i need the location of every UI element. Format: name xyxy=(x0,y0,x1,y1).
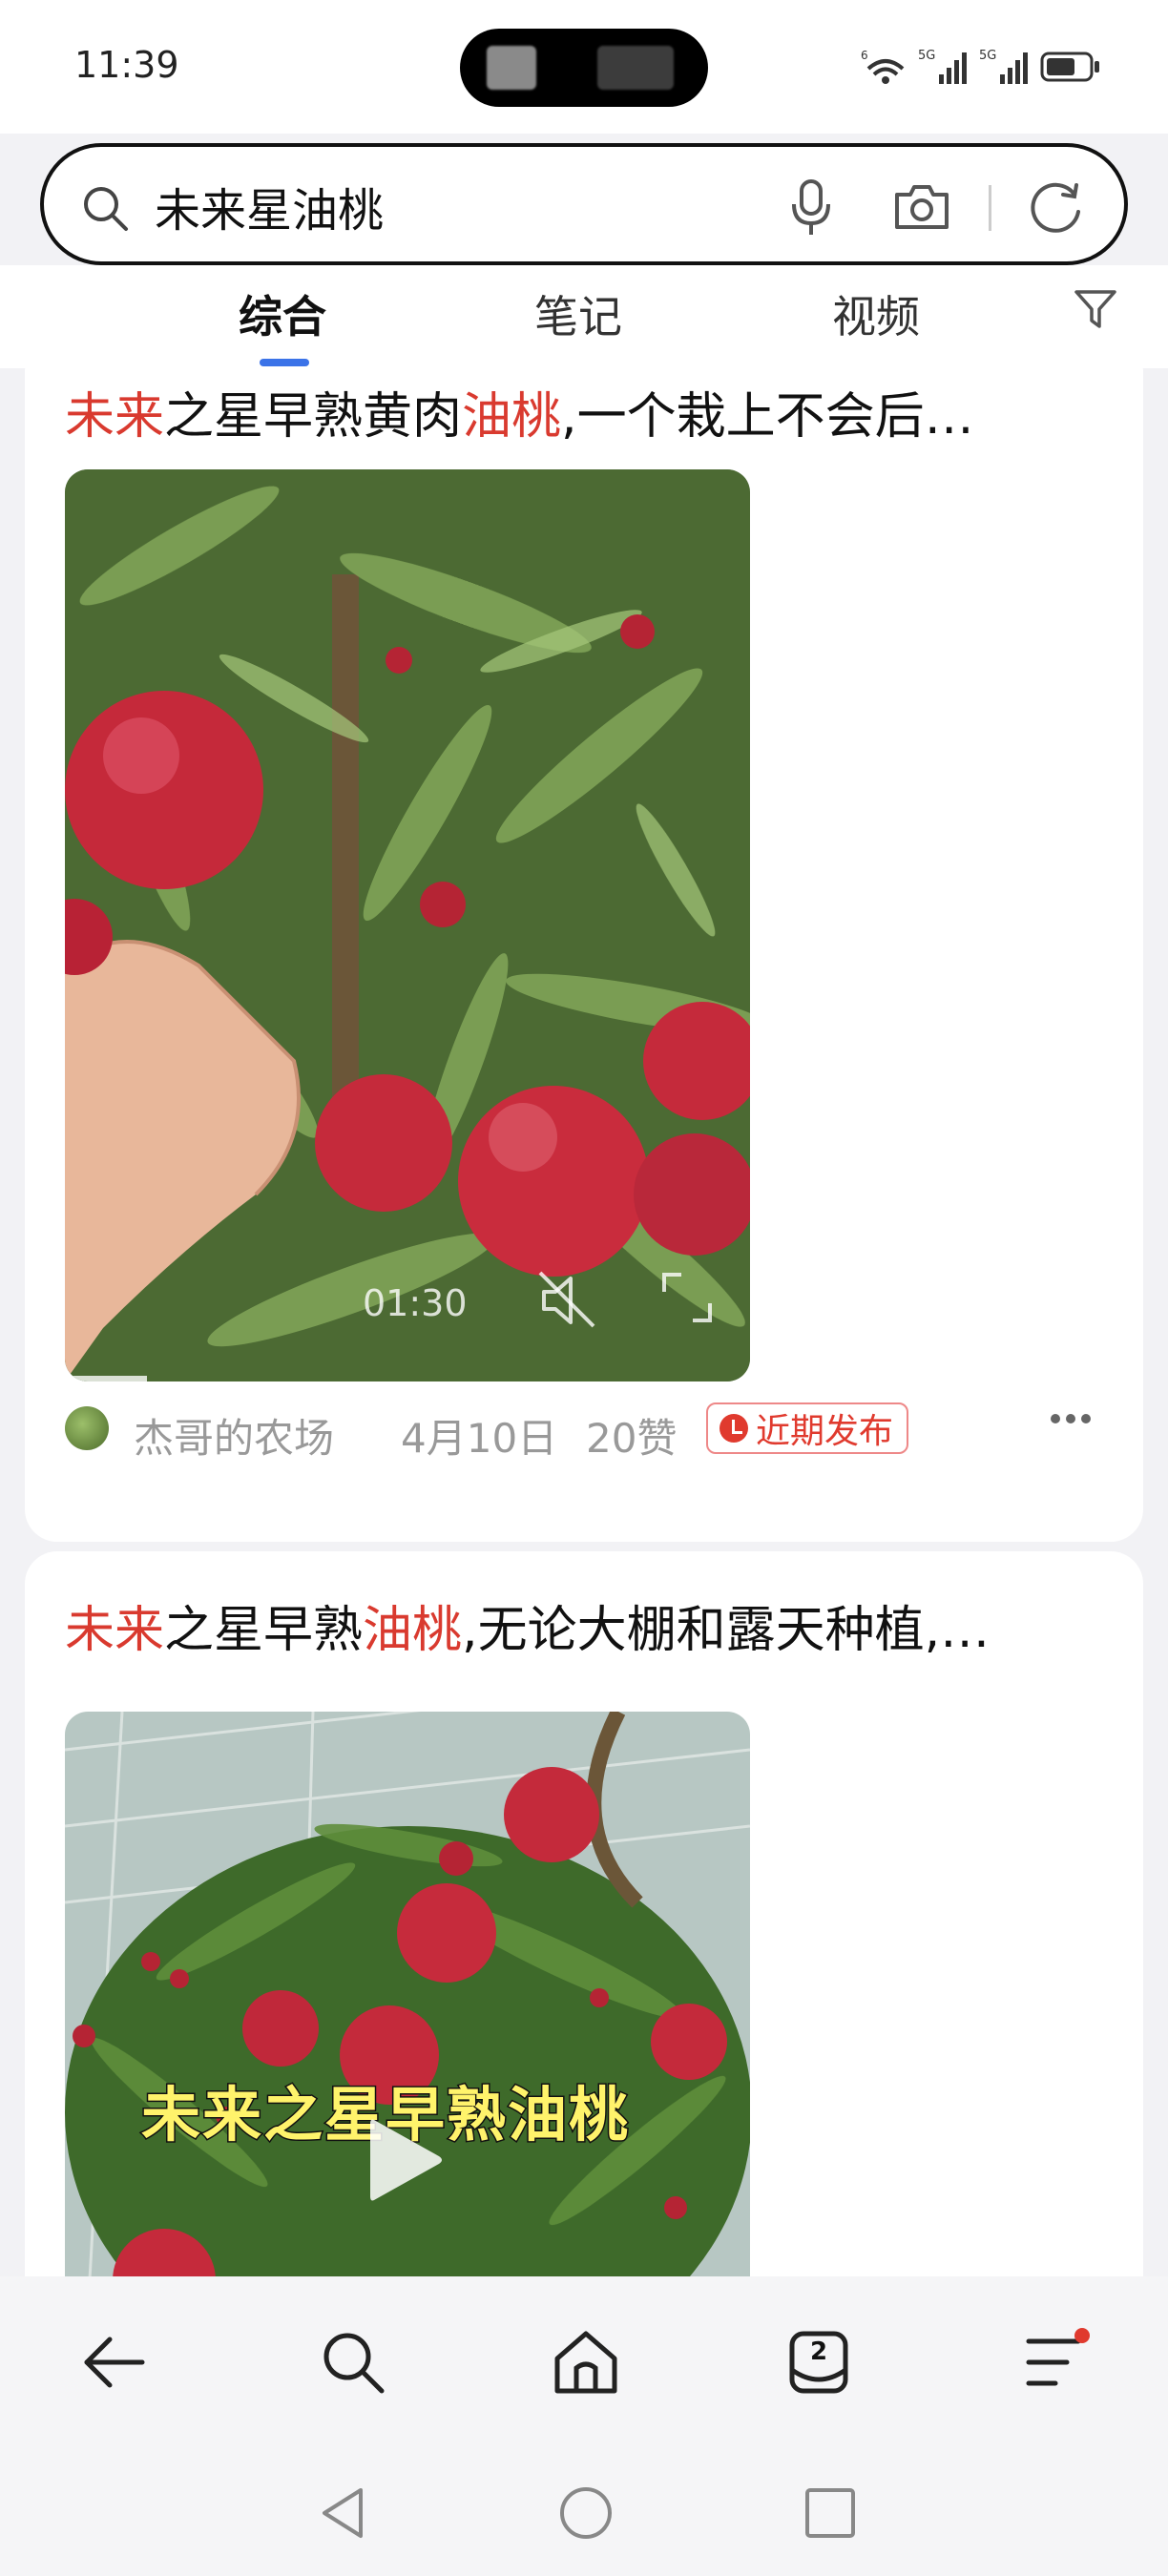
back-button[interactable] xyxy=(76,2324,153,2400)
signal-icon-1: 5G xyxy=(918,49,967,84)
search-input[interactable] xyxy=(155,170,689,242)
status-bar: 11:39 6 5G 5G xyxy=(0,0,1168,134)
play-icon[interactable] xyxy=(361,2112,447,2208)
notification-dot xyxy=(1074,2328,1090,2343)
browser-toolbar: 2 xyxy=(0,2276,1168,2450)
result-tabs: 综合 笔记 视频 xyxy=(0,265,1168,368)
filter-icon[interactable] xyxy=(1073,286,1118,332)
camera-icon[interactable] xyxy=(893,181,950,231)
menu-button[interactable] xyxy=(1015,2324,1092,2400)
refresh-icon[interactable] xyxy=(1027,177,1086,237)
microphone-icon[interactable] xyxy=(790,179,832,237)
svg-text:6: 6 xyxy=(861,49,868,62)
home-button[interactable] xyxy=(548,2324,624,2400)
author-name[interactable]: 杰哥的农场 xyxy=(134,1406,334,1465)
clock-icon xyxy=(720,1414,748,1443)
fullscreen-icon[interactable] xyxy=(657,1267,718,1328)
tab-count: 2 xyxy=(809,2337,828,2366)
video-thumbnail[interactable]: 01:30 xyxy=(65,469,750,1381)
system-back-icon[interactable] xyxy=(317,2484,368,2542)
battery-icon xyxy=(1040,52,1099,82)
video-progress[interactable] xyxy=(65,1376,147,1381)
result-title[interactable]: 未来之星早熟油桃,无论大棚和露天种植,… xyxy=(65,1589,1105,1661)
video-duration: 01:30 xyxy=(363,1282,468,1324)
nectarine-tree-image xyxy=(65,469,750,1381)
camera-island xyxy=(460,29,708,107)
result-title[interactable]: 未来之星早熟黄肉油桃,一个栽上不会后… xyxy=(65,376,1105,447)
home-icon xyxy=(554,2331,617,2394)
tab-notes[interactable]: 笔记 xyxy=(534,282,622,345)
tab-videos[interactable]: 视频 xyxy=(832,282,920,345)
result-card[interactable]: 未来之星早熟油桃,无论大棚和露天种植,… 未来之星早熟油桃 xyxy=(25,1551,1143,2276)
search-icon xyxy=(323,2333,385,2394)
tab-indicator xyxy=(260,359,309,366)
separator xyxy=(989,185,991,231)
system-recent-icon[interactable] xyxy=(803,2486,857,2540)
video-thumbnail[interactable]: 未来之星早熟油桃 xyxy=(65,1712,750,2276)
results-feed: 未来之星早熟黄肉油桃,一个栽上不会后… 01:30 杰哥的农场 4月10日 20… xyxy=(0,368,1168,2276)
arrow-left-icon xyxy=(84,2337,145,2388)
signal-icon-2: 5G xyxy=(979,49,1028,84)
tab-general[interactable]: 综合 xyxy=(239,282,326,345)
like-count: 20赞 xyxy=(586,1415,678,1462)
system-home-icon[interactable] xyxy=(557,2484,615,2542)
post-date: 4月10日 xyxy=(401,1415,558,1462)
search-bar[interactable] xyxy=(40,143,1128,265)
result-meta: 杰哥的农场 4月10日 20赞 近期发布 xyxy=(65,1402,1105,1462)
system-icons: 6 5G 5G xyxy=(861,46,1101,88)
avatar[interactable] xyxy=(65,1406,109,1450)
svg-text:5G: 5G xyxy=(979,49,996,63)
system-navigation xyxy=(0,2450,1168,2576)
status-time: 11:39 xyxy=(74,44,179,86)
recent-badge: 近期发布 xyxy=(706,1402,909,1454)
more-options-icon[interactable] xyxy=(1050,1412,1092,1425)
wifi-icon: 6 xyxy=(861,49,905,84)
mute-icon[interactable] xyxy=(534,1267,601,1334)
search-button[interactable] xyxy=(315,2324,391,2400)
tabs-button[interactable]: 2 xyxy=(781,2324,857,2400)
svg-text:5G: 5G xyxy=(918,49,935,63)
search-icon xyxy=(84,187,128,231)
result-card[interactable]: 未来之星早熟黄肉油桃,一个栽上不会后… 01:30 杰哥的农场 4月10日 20… xyxy=(25,368,1143,1542)
